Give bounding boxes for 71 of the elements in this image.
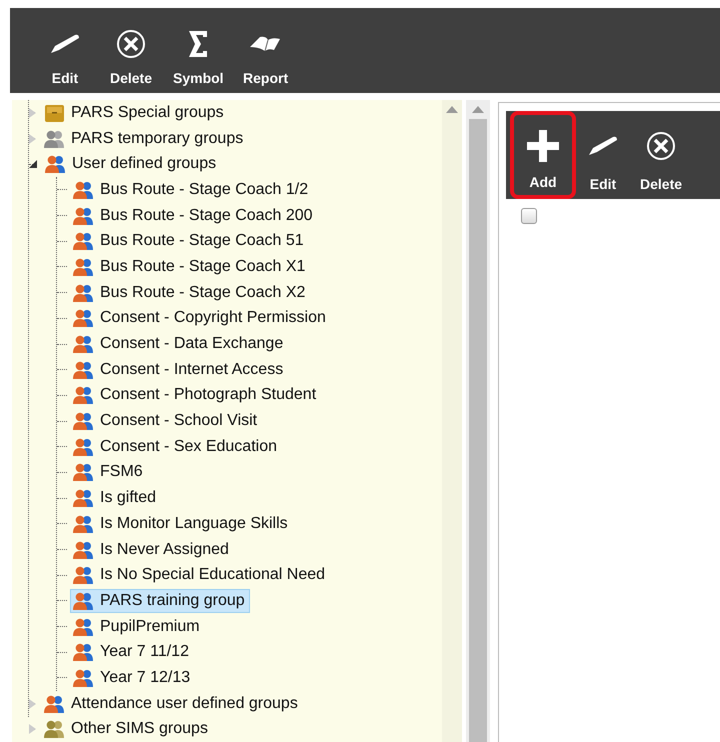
tree-item[interactable]: Other SIMS groups — [41, 717, 213, 742]
people-icon — [73, 488, 94, 508]
tree-item[interactable]: Bus Route - Stage Coach X1 — [70, 254, 310, 279]
checkbox[interactable] — [521, 208, 537, 224]
people-icon — [73, 616, 94, 637]
close-icon — [116, 28, 146, 58]
people-icon — [73, 360, 94, 380]
people-icon — [73, 642, 94, 662]
tree-item[interactable]: Bus Route - Stage Coach 200 — [70, 204, 318, 228]
scroll-thumb[interactable] — [469, 119, 487, 742]
people-icon — [73, 256, 94, 277]
people-icon — [44, 128, 65, 149]
close-icon — [646, 131, 676, 161]
collapse-icon[interactable] — [29, 160, 37, 168]
people-icon — [73, 206, 94, 226]
people-icon — [73, 180, 94, 200]
toolbar-button[interactable]: Report — [232, 8, 299, 93]
tree-item[interactable]: FSM6 — [70, 460, 148, 484]
tree-item[interactable]: User defined groups — [42, 152, 222, 176]
tree-item[interactable]: PARS Special groups — [41, 100, 229, 125]
tree-item[interactable]: Bus Route - Stage Coach X2 — [70, 280, 310, 305]
people-icon — [73, 334, 94, 354]
toolbar-button[interactable]: Edit — [32, 8, 98, 93]
expand-icon[interactable] — [29, 108, 36, 118]
scrollbar[interactable] — [442, 100, 462, 742]
toolbar-button[interactable]: Edit — [576, 111, 630, 199]
scrollbar[interactable] — [466, 100, 490, 742]
tree-item[interactable]: Bus Route - Stage Coach 51 — [70, 229, 309, 254]
people-icon — [73, 590, 94, 611]
tree-item[interactable]: Consent - School Visit — [70, 409, 262, 434]
tree-item[interactable]: Is Never Assigned — [70, 538, 234, 562]
tree-item[interactable]: Is No Special Educational Need — [70, 563, 330, 588]
tree-item[interactable]: Consent - Photograph Student — [70, 383, 322, 408]
scroll-up-icon[interactable] — [446, 106, 458, 113]
people-icon — [73, 282, 94, 303]
folder-icon — [44, 102, 65, 123]
tree-item[interactable]: Consent - Copyright Permission — [70, 306, 331, 330]
tree-item[interactable]: Consent - Data Exchange — [70, 332, 288, 356]
tree-item[interactable]: Is gifted — [70, 486, 162, 510]
people-icon — [44, 719, 65, 740]
people-icon — [73, 668, 94, 688]
people-icon — [73, 411, 94, 432]
people-icon — [73, 436, 94, 457]
tree-item[interactable]: Is Monitor Language Skills — [70, 512, 293, 536]
expand-icon[interactable] — [29, 698, 36, 709]
tree-item[interactable]: PupilPremium — [70, 614, 205, 639]
people-icon — [73, 565, 94, 586]
tree-item[interactable]: Consent - Internet Access — [70, 358, 288, 382]
tree-item[interactable]: Attendance user defined groups — [41, 692, 303, 716]
people-icon — [73, 462, 94, 482]
people-icon — [73, 231, 94, 252]
expand-icon[interactable] — [29, 724, 36, 734]
toolbar-button[interactable]: Add — [510, 111, 576, 199]
pencil-icon — [586, 134, 620, 158]
tree-item[interactable]: Consent - Sex Education — [70, 434, 282, 459]
people-icon — [73, 308, 94, 328]
plus-icon — [526, 129, 560, 163]
toolbar-button[interactable]: Delete — [98, 8, 164, 93]
toolbar-button[interactable]: Delete — [630, 111, 692, 199]
tree-item[interactable]: Year 7 11/12 — [70, 640, 194, 664]
people-icon — [73, 540, 94, 560]
people-icon — [44, 694, 65, 714]
people-icon — [45, 154, 66, 174]
tree-item[interactable]: Year 7 12/13 — [70, 666, 196, 690]
expand-icon[interactable] — [29, 134, 36, 144]
people-icon — [73, 385, 94, 406]
people-icon — [73, 514, 94, 534]
tree-item[interactable]: PARS training group — [70, 588, 250, 613]
toolbar-button[interactable]: Symbol — [164, 8, 233, 93]
tree-item[interactable]: Bus Route - Stage Coach 1/2 — [70, 178, 314, 202]
tree-item[interactable]: PARS temporary groups — [41, 126, 248, 151]
